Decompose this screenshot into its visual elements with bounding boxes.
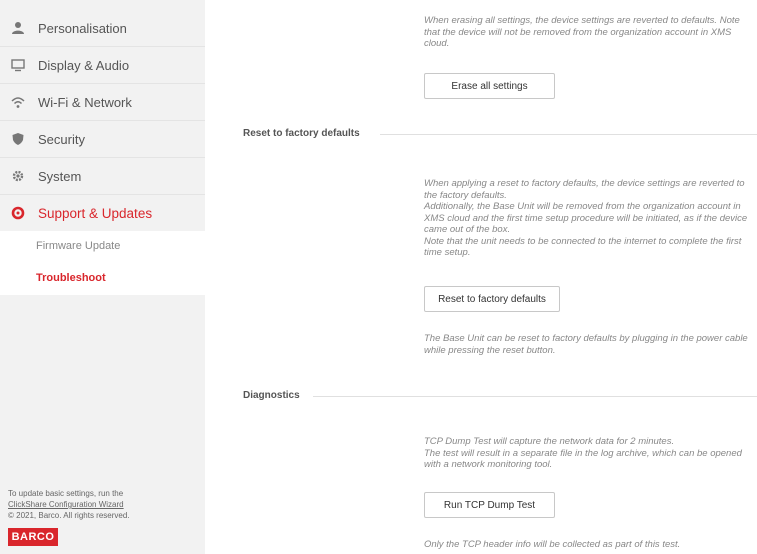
lifebuoy-icon [11, 206, 25, 220]
factory-reset-note: The Base Unit can be reset to factory de… [424, 333, 748, 356]
erase-description: When erasing all settings, the device se… [424, 15, 740, 49]
section-divider [380, 134, 757, 135]
sidebar-item-personalisation[interactable]: Personalisation [0, 10, 205, 47]
sidebar-item-system[interactable]: System [0, 158, 205, 195]
diagnostics-description: TCP Dump Test will capture the network d… [424, 436, 742, 470]
sidebar-subitem-firmware-update[interactable]: Firmware Update [36, 240, 120, 252]
main-content: When erasing all settings, the device se… [205, 0, 757, 554]
sidebar-subitem-troubleshoot[interactable]: Troubleshoot [36, 272, 106, 284]
wifi-icon [11, 97, 25, 108]
sidebar-item-label: System [38, 168, 82, 184]
sidebar-item-display-audio[interactable]: Display & Audio [0, 47, 205, 84]
sidebar-item-label: Personalisation [38, 20, 127, 36]
person-icon [12, 22, 24, 34]
sidebar-item-label: Support & Updates [38, 205, 153, 221]
sidebar-item-label: Display & Audio [38, 57, 130, 73]
barco-logo: BARCO [8, 528, 58, 546]
section-divider [313, 396, 757, 397]
erase-all-settings-button[interactable]: Erase all settings [424, 73, 555, 99]
shield-icon [12, 133, 24, 145]
factory-reset-description: When applying a reset to factory default… [424, 178, 748, 258]
sidebar-footer: To update basic settings, run the ClickS… [8, 488, 130, 521]
sidebar: Personalisation Display & Audio Wi-Fi & … [0, 0, 205, 554]
sidebar-item-label: Security [38, 131, 85, 147]
sidebar-item-security[interactable]: Security [0, 121, 205, 158]
run-tcp-dump-test-button[interactable]: Run TCP Dump Test [424, 492, 555, 518]
copyright-text: © 2021, Barco. All rights reserved. [8, 511, 130, 520]
sidebar-item-label: Wi-Fi & Network [38, 94, 132, 110]
footer-text: To update basic settings, run the [8, 489, 124, 498]
diagnostics-note: Only the TCP header info will be collect… [424, 539, 681, 550]
monitor-icon [11, 59, 25, 72]
configuration-wizard-link[interactable]: ClickShare Configuration Wizard [8, 499, 130, 510]
logo-text: BARCO [11, 531, 55, 543]
factory-reset-section-title: Reset to factory defaults [243, 128, 360, 139]
sidebar-subnav: Firmware Update Troubleshoot [0, 231, 205, 295]
gear-icon [12, 170, 24, 182]
sidebar-item-support-updates[interactable]: Support & Updates [0, 195, 205, 232]
reset-to-factory-defaults-button[interactable]: Reset to factory defaults [424, 286, 560, 312]
diagnostics-section-title: Diagnostics [243, 390, 300, 401]
sidebar-item-wifi-network[interactable]: Wi-Fi & Network [0, 84, 205, 121]
